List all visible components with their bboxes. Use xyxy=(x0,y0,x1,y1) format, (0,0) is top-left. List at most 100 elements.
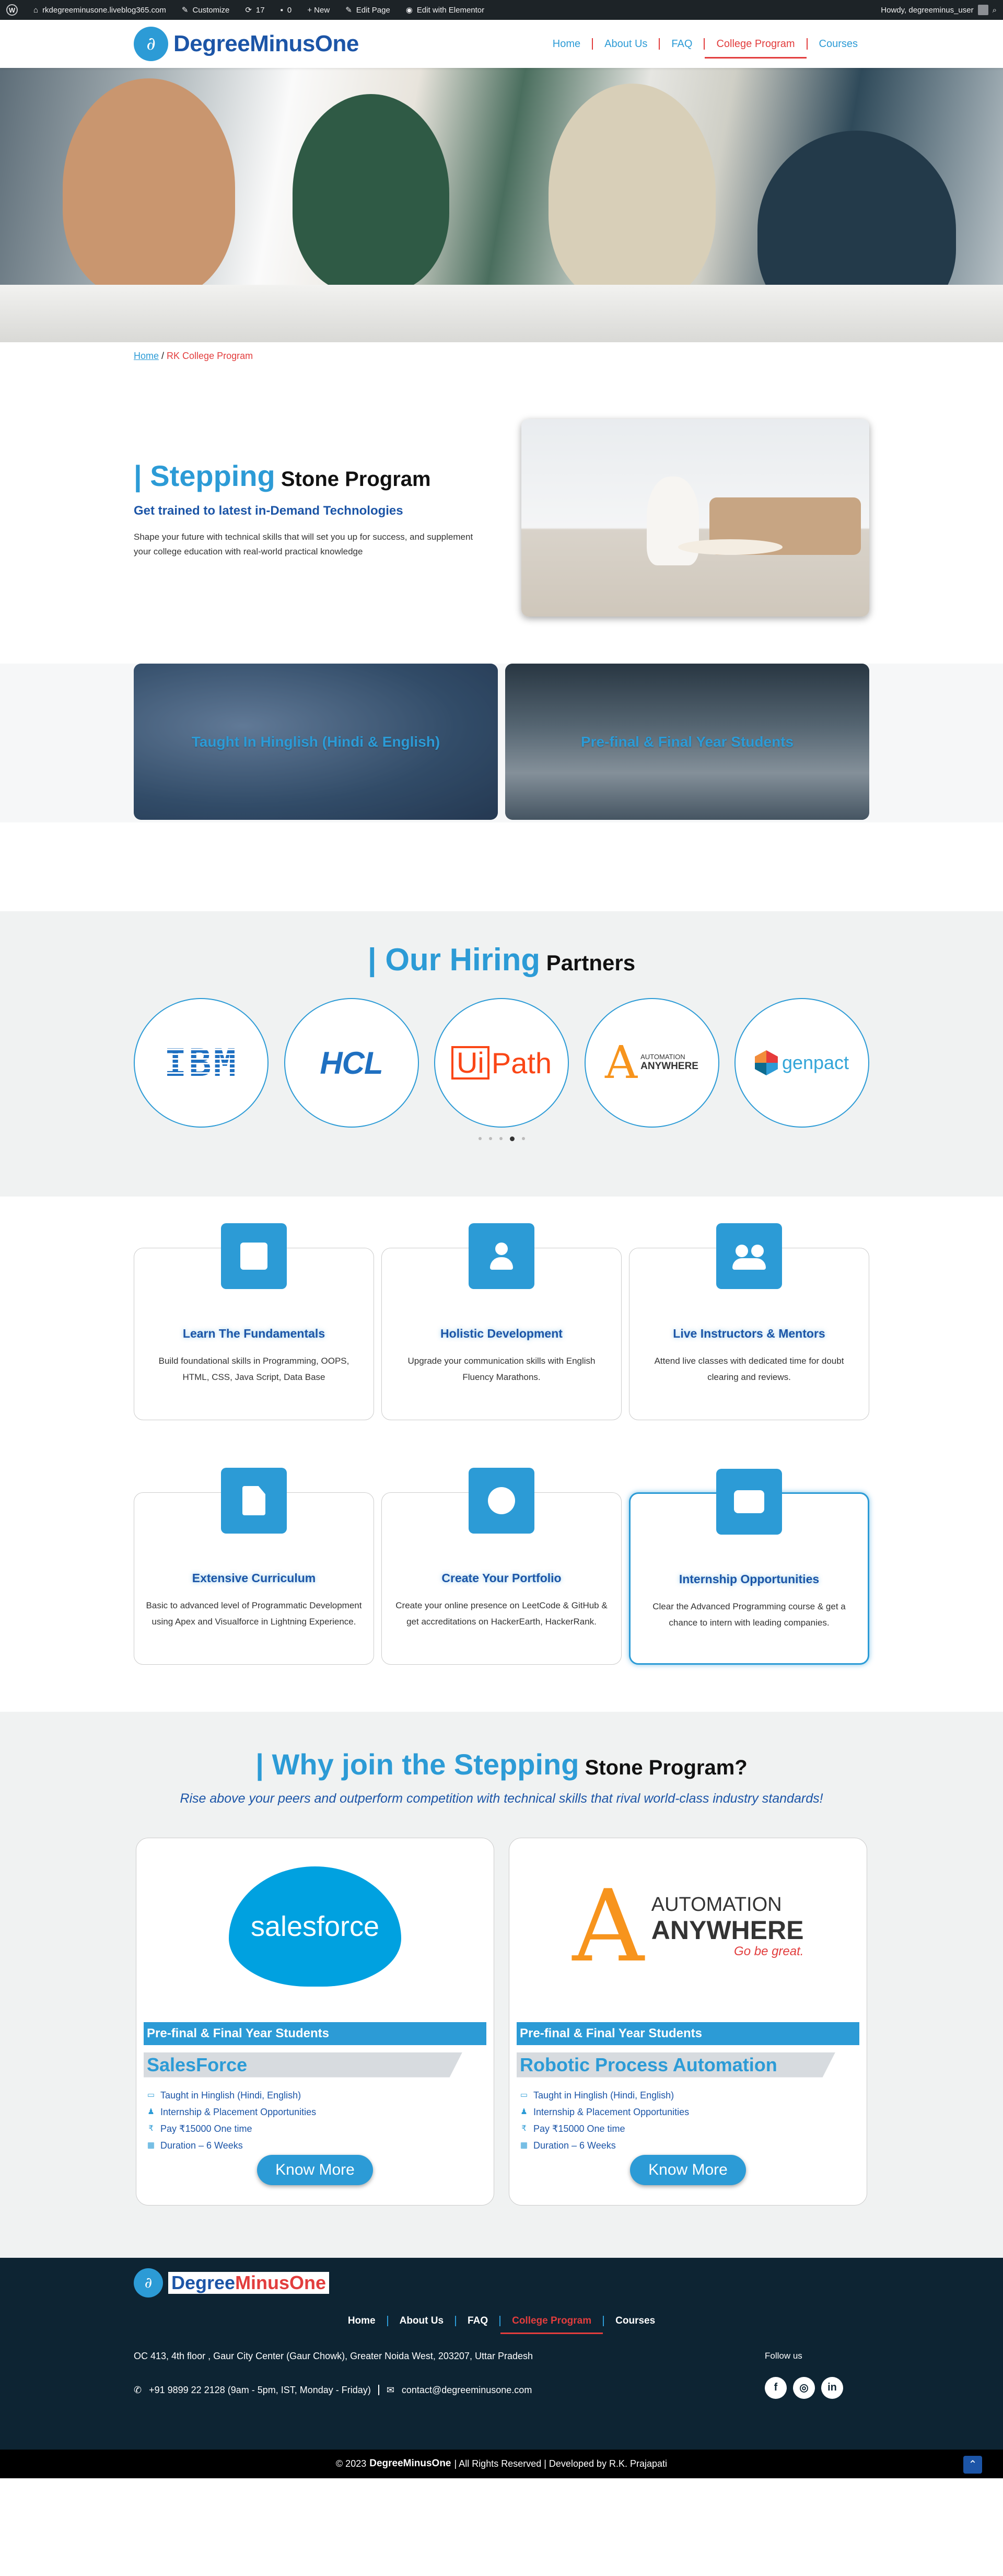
nav-courses[interactable]: Courses xyxy=(808,34,869,54)
nav-about-us[interactable]: About Us xyxy=(593,34,659,54)
wp-logo-menu[interactable]: W xyxy=(6,4,18,16)
list-item: ▭ Taught in Hinglish (Hindi, English) xyxy=(147,2087,486,2104)
new-content-link[interactable]: + New xyxy=(307,6,330,15)
hiring-partners-section: | Our Hiring Partners IBM HCL Ui Path A AU… xyxy=(0,911,1003,1197)
phone-icon: ✆ xyxy=(134,2384,142,2395)
feature-card: Extensive Curriculum Basic to advanced l… xyxy=(134,1468,374,1665)
feature-text: Upgrade your communication skills with E… xyxy=(407,1356,596,1382)
course-ribbon: Pre-final & Final Year Students xyxy=(144,2022,486,2045)
account-menu[interactable]: Howdy, degreeminus_user ⌕ xyxy=(881,5,997,15)
footer-nav-home[interactable]: Home xyxy=(336,2312,387,2330)
features-section: Learn The Fundamentals Build foundationa… xyxy=(0,1197,1003,1665)
facebook-icon[interactable]: f xyxy=(765,2376,787,2399)
chevron-up-icon: ⌃ xyxy=(968,2459,977,2471)
avatar xyxy=(977,5,988,15)
feature-text: Create your online presence on LeetCode … xyxy=(395,1600,608,1627)
comments-link[interactable]: ▪ 0 xyxy=(281,6,292,15)
logo-icon: ∂ xyxy=(134,2268,163,2297)
feature-text: Clear the Advanced Programming course & … xyxy=(652,1602,846,1628)
carousel-dot[interactable] xyxy=(478,1137,482,1140)
user-icon xyxy=(469,1223,534,1289)
carousel-dot[interactable] xyxy=(488,1137,492,1140)
language-icon: ▭ xyxy=(520,2090,528,2099)
footer-email-link[interactable]: contact@degreeminusone.com xyxy=(402,2385,532,2396)
customize-link[interactable]: ✎ Customize xyxy=(182,5,229,15)
nav-faq[interactable]: FAQ xyxy=(660,34,704,54)
partner-logo-uipath: Ui Path xyxy=(434,998,569,1128)
wp-admin-bar: W ⌂ rkdegreeminusone.liveblog365.com ✎ Cus… xyxy=(0,0,1003,20)
pencil-icon: ✎ xyxy=(345,6,352,15)
list-item: ▦ Duration – 6 Weeks xyxy=(520,2137,859,2154)
carousel-dot[interactable] xyxy=(499,1137,503,1140)
feature-title: Create Your Portfolio xyxy=(441,1571,562,1585)
feature-title: Learn The Fundamentals xyxy=(182,1327,325,1340)
carousel-dots xyxy=(0,1136,1003,1141)
course-title: SalesForce xyxy=(144,2052,462,2078)
follow-label: Follow us xyxy=(765,2350,802,2361)
carousel-dot[interactable] xyxy=(521,1137,525,1140)
intro-section: | Stepping Stone Program Get trained to … xyxy=(0,362,1003,617)
elementor-icon: ◉ xyxy=(405,6,413,15)
list-item: ▭ Taught in Hinglish (Hindi, English) xyxy=(520,2087,859,2104)
nav-college-program[interactable]: College Program xyxy=(705,34,807,59)
footer-nav-about-us[interactable]: About Us xyxy=(388,2312,455,2330)
site-header: ∂ DegreeMinusOne Home About Us FAQ Colle… xyxy=(0,20,1003,68)
partner-logo-carousel[interactable]: IBM HCL Ui Path A AUTOMATION ANYWHERE genpa… xyxy=(134,998,869,1128)
breadcrumb-separator: / xyxy=(159,351,167,361)
user-check-icon: ♟ xyxy=(520,2107,528,2116)
site-footer: ∂ DegreeMinusOne Home About Us FAQ Colle… xyxy=(0,2257,1003,2450)
elementor-link[interactable]: ◉ Edit with Elementor xyxy=(406,5,484,15)
partner-logo-ibm: IBM xyxy=(134,998,269,1128)
intro-text: Shape your future with technical skills … xyxy=(134,531,473,557)
calendar-icon: ▦ xyxy=(147,2140,155,2150)
genpact-mark-icon xyxy=(754,1050,778,1075)
course-points: ▭ Taught in Hinglish (Hindi, English) ♟ In… xyxy=(517,2087,859,2154)
language-icon: ▭ xyxy=(147,2090,155,2099)
rupee-icon: ₹ xyxy=(521,2124,527,2133)
why-heading: | Why join the Stepping Stone Program? xyxy=(255,1748,748,1781)
course-title: Robotic Process Automation xyxy=(517,2052,835,2078)
carousel-dot-active[interactable] xyxy=(509,1136,515,1141)
feature-card: Live Instructors & Mentors Attend live c… xyxy=(629,1223,869,1420)
partner-logo-hcl: HCL xyxy=(284,998,419,1128)
footer-phone-link[interactable]: +91 9899 22 2128 (9am - 5pm, IST, Monday… xyxy=(149,2385,371,2396)
footer-nav-courses[interactable]: Courses xyxy=(604,2312,667,2330)
footer-nav-college-program[interactable]: College Program xyxy=(500,2312,603,2334)
site-logo[interactable]: ∂ DegreeMinusOne xyxy=(134,27,359,61)
partner-logo-automation-anywhere: A AUTOMATION ANYWHERE xyxy=(584,998,719,1128)
scroll-to-top-button[interactable]: ⌃ xyxy=(963,2455,982,2474)
list-item: ▦ Duration – 6 Weeks xyxy=(147,2137,486,2154)
hero-banner-image xyxy=(0,68,1003,342)
nav-home[interactable]: Home xyxy=(541,34,592,54)
feature-text: Build foundational skills in Programming… xyxy=(158,1356,349,1382)
logo-text: DegreeMinusOne xyxy=(173,31,359,56)
know-more-button[interactable]: Know More xyxy=(630,2154,746,2185)
promo-band: Taught In Hinglish (Hindi & English) Pre… xyxy=(0,664,1003,822)
feature-card: Create Your Portfolio Create your online… xyxy=(381,1468,622,1665)
list-item: ₹ Pay ₹15000 One time xyxy=(520,2120,859,2137)
footer-nav-faq[interactable]: FAQ xyxy=(456,2312,499,2330)
breadcrumb-home-link[interactable]: Home xyxy=(134,351,159,361)
feature-card-highlighted[interactable]: Internship Opportunities Clear the Advan… xyxy=(629,1469,869,1665)
edit-page-link[interactable]: ✎ Edit Page xyxy=(345,5,390,15)
footer-logo[interactable]: ∂ DegreeMinusOne xyxy=(134,2268,869,2297)
course-points: ▭ Taught in Hinglish (Hindi, English) ♟ In… xyxy=(144,2087,486,2154)
list-item: ₹ Pay ₹15000 One time xyxy=(147,2120,486,2137)
instagram-icon[interactable]: ◎ xyxy=(793,2376,815,2399)
briefcase-icon xyxy=(716,1469,782,1535)
partners-heading: | Our Hiring Partners xyxy=(367,942,636,977)
user-check-icon: ♟ xyxy=(147,2107,155,2116)
why-tagline: Rise above your peers and outperform com… xyxy=(180,1791,823,1806)
feature-title: Holistic Development xyxy=(440,1327,563,1340)
updates-link[interactable]: ⟳ 17 xyxy=(245,5,264,15)
course-card-rpa: A AUTOMATION ANYWHERE Go be great. Pre-fin… xyxy=(509,1837,867,2206)
feature-card: Holistic Development Upgrade your commun… xyxy=(381,1223,622,1420)
site-name-link[interactable]: ⌂ rkdegreeminusone.liveblog365.com xyxy=(33,6,166,15)
linkedin-icon[interactable]: in xyxy=(821,2376,843,2399)
logo-icon: ∂ xyxy=(134,27,168,61)
automation-anywhere-logo: A AUTOMATION ANYWHERE Go be great. xyxy=(572,1868,804,1984)
know-more-button[interactable]: Know More xyxy=(257,2154,373,2185)
search-icon[interactable]: ⌕ xyxy=(993,6,997,15)
feature-title: Extensive Curriculum xyxy=(192,1571,316,1585)
file-icon xyxy=(221,1468,287,1534)
